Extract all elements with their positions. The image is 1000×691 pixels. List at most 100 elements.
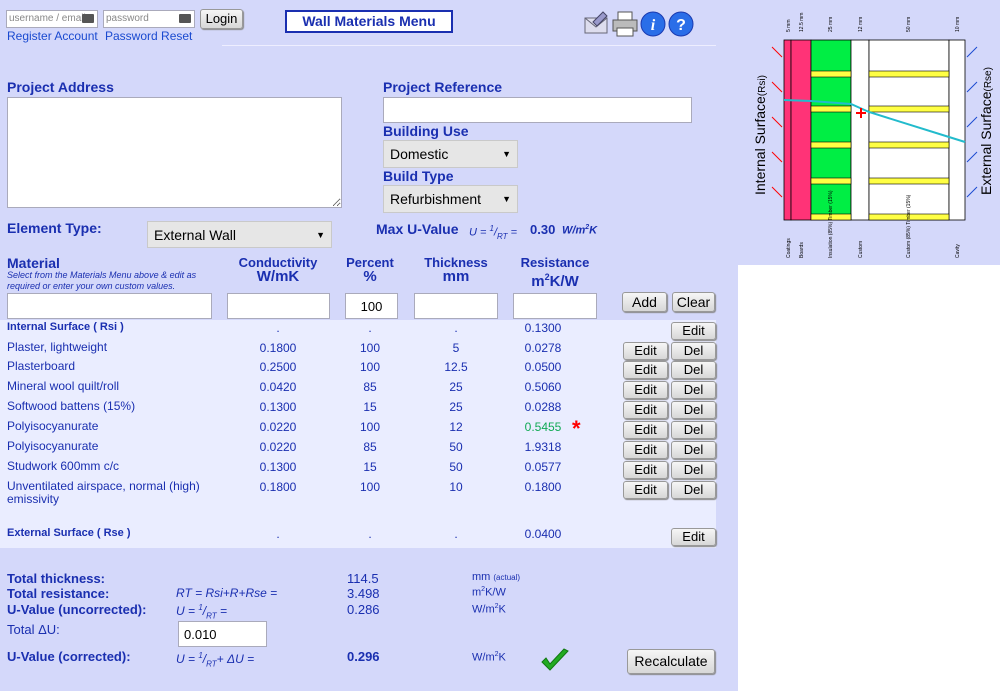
recalculate-button[interactable]: Recalculate — [627, 649, 715, 674]
keyboard-icon[interactable] — [179, 14, 191, 23]
help-icon[interactable]: ? — [667, 10, 695, 38]
u-corrected-formula: U = 1/RT+ ΔU = — [176, 651, 255, 669]
delete-button[interactable]: Del — [671, 441, 716, 459]
project-address-input[interactable] — [7, 97, 342, 208]
password-reset-link[interactable]: Password Reset — [105, 29, 192, 43]
new-conductivity-input[interactable] — [227, 293, 330, 319]
edit-button[interactable]: Edit — [623, 342, 668, 360]
dim-label: 12 mm — [858, 17, 864, 32]
cell-material: External Surface ( Rse ) — [7, 527, 131, 539]
edit-button[interactable]: Edit — [623, 481, 668, 499]
password-field[interactable]: password — [103, 10, 195, 28]
conductivity-header: Conductivity W/mK — [238, 255, 318, 285]
edit-button[interactable]: Edit — [671, 528, 716, 546]
cell-thickness: . — [454, 321, 458, 335]
cell-resistance: 0.1300 — [524, 321, 562, 335]
cell-material: Plasterboard — [7, 359, 76, 373]
build-type-select[interactable]: Refurbishment ▼ — [383, 185, 518, 213]
add-button[interactable]: Add — [622, 292, 667, 312]
delete-button[interactable]: Del — [671, 481, 716, 499]
cell-percent: 100 — [359, 341, 381, 355]
u-corrected-value: 0.296 — [347, 649, 380, 664]
cell-resistance: 1.9318 — [524, 440, 562, 454]
cell-material: Softwood battens (15%) — [7, 399, 136, 413]
keyboard-icon[interactable] — [82, 14, 94, 23]
delete-button[interactable]: Del — [671, 381, 716, 399]
table-row: Plaster, lightweight 0.1800 100 5 0.0278 — [0, 341, 716, 361]
cell-material: Polyisocyanurate — [7, 419, 99, 433]
building-use-select[interactable]: Domestic ▼ — [383, 140, 518, 168]
edit-button[interactable]: Edit — [623, 401, 668, 419]
cell-conductivity: 0.1300 — [259, 400, 297, 414]
u-uncorrected-label: U-Value (uncorrected): — [7, 602, 147, 617]
username-placeholder: username / email — [9, 13, 86, 24]
printer-icon[interactable] — [611, 10, 639, 38]
cell-thickness: 12.5 — [444, 360, 468, 374]
new-resistance-input[interactable] — [513, 293, 597, 319]
username-field[interactable]: username / email — [6, 10, 98, 28]
delete-button[interactable]: Del — [671, 421, 716, 439]
email-icon[interactable] — [583, 10, 611, 36]
building-use-label: Building Use — [383, 123, 469, 139]
resistance-header: Resistance m2K/W — [520, 255, 590, 290]
edit-button[interactable]: Edit — [623, 381, 668, 399]
element-type-label: Element Type: — [7, 220, 102, 236]
boards-layer — [790, 39, 812, 221]
element-type-select[interactable]: External Wall ▼ — [147, 221, 332, 248]
cell-percent: 85 — [363, 380, 377, 394]
cell-resistance: 0.0288 — [524, 400, 562, 414]
delete-button[interactable]: Del — [671, 401, 716, 419]
delete-button[interactable]: Del — [671, 342, 716, 360]
new-material-input[interactable] — [7, 293, 212, 319]
layer-label: Custom (85%) Timber (15%) — [906, 194, 912, 258]
table-row: Polyisocyanurate 0.0220 100 12 0.5455 * — [0, 416, 716, 441]
dim-label: 50 mm — [906, 17, 912, 32]
cell-conductivity: 0.1300 — [259, 460, 297, 474]
custom-timber-layer — [868, 39, 950, 221]
total-delta-u-label: Total ΔU: — [7, 622, 60, 637]
max-u-formula: U = 1/RT = — [469, 224, 518, 241]
total-thickness-label: Total thickness: — [7, 571, 106, 586]
cell-thickness: 25 — [449, 400, 463, 414]
cell-percent: 85 — [363, 440, 377, 454]
cell-material: Polyisocyanurate — [7, 439, 99, 453]
cell-percent: 15 — [363, 460, 377, 474]
divider — [222, 45, 716, 46]
cell-material: Plaster, lightweight — [7, 340, 108, 354]
cell-resistance: 0.0500 — [524, 360, 562, 374]
cell-conductivity: 0.0220 — [259, 440, 297, 454]
cell-conductivity: 0.0420 — [259, 380, 297, 394]
new-percent-input[interactable] — [345, 293, 398, 319]
cell-conductivity: 0.1800 — [259, 341, 297, 355]
total-delta-u-input[interactable] — [178, 621, 267, 647]
register-link[interactable]: Register Account — [7, 29, 98, 43]
clear-button[interactable]: Clear — [672, 292, 715, 312]
edit-button[interactable]: Edit — [623, 421, 668, 439]
cell-thickness: 12 — [449, 420, 463, 434]
edit-button[interactable]: Edit — [623, 461, 668, 479]
warning-asterisk-icon: * — [572, 416, 581, 441]
cell-thickness: 25 — [449, 380, 463, 394]
wall-section-diagram: Internal Surface(Rsi) External Surface(R… — [738, 0, 1000, 265]
layer-label: Insulation (85%) Timber (15%) — [828, 190, 834, 258]
delete-button[interactable]: Del — [671, 361, 716, 379]
checkmark-icon — [541, 648, 569, 671]
cavity-layer — [948, 39, 966, 221]
table-row: Unventilated airspace, normal (high) emi… — [0, 480, 716, 506]
cell-conductivity: 0.1800 — [259, 480, 297, 494]
max-u-label: Max U-Value — [376, 221, 459, 237]
info-icon[interactable]: i — [639, 10, 667, 38]
wall-materials-menu-button[interactable]: Wall Materials Menu — [285, 10, 453, 33]
new-thickness-input[interactable] — [414, 293, 498, 319]
total-thickness-unit: mm (actual) — [472, 571, 521, 583]
project-reference-input[interactable] — [383, 97, 692, 123]
cell-percent: . — [368, 527, 372, 541]
login-button[interactable]: Login — [200, 9, 243, 29]
cell-conductivity: . — [276, 527, 280, 541]
edit-button[interactable]: Edit — [623, 441, 668, 459]
delete-button[interactable]: Del — [671, 461, 716, 479]
edit-button[interactable]: Edit — [671, 322, 716, 340]
edit-button[interactable]: Edit — [623, 361, 668, 379]
coatings-layer — [783, 39, 792, 221]
dim-label: 5 mm — [786, 20, 792, 33]
